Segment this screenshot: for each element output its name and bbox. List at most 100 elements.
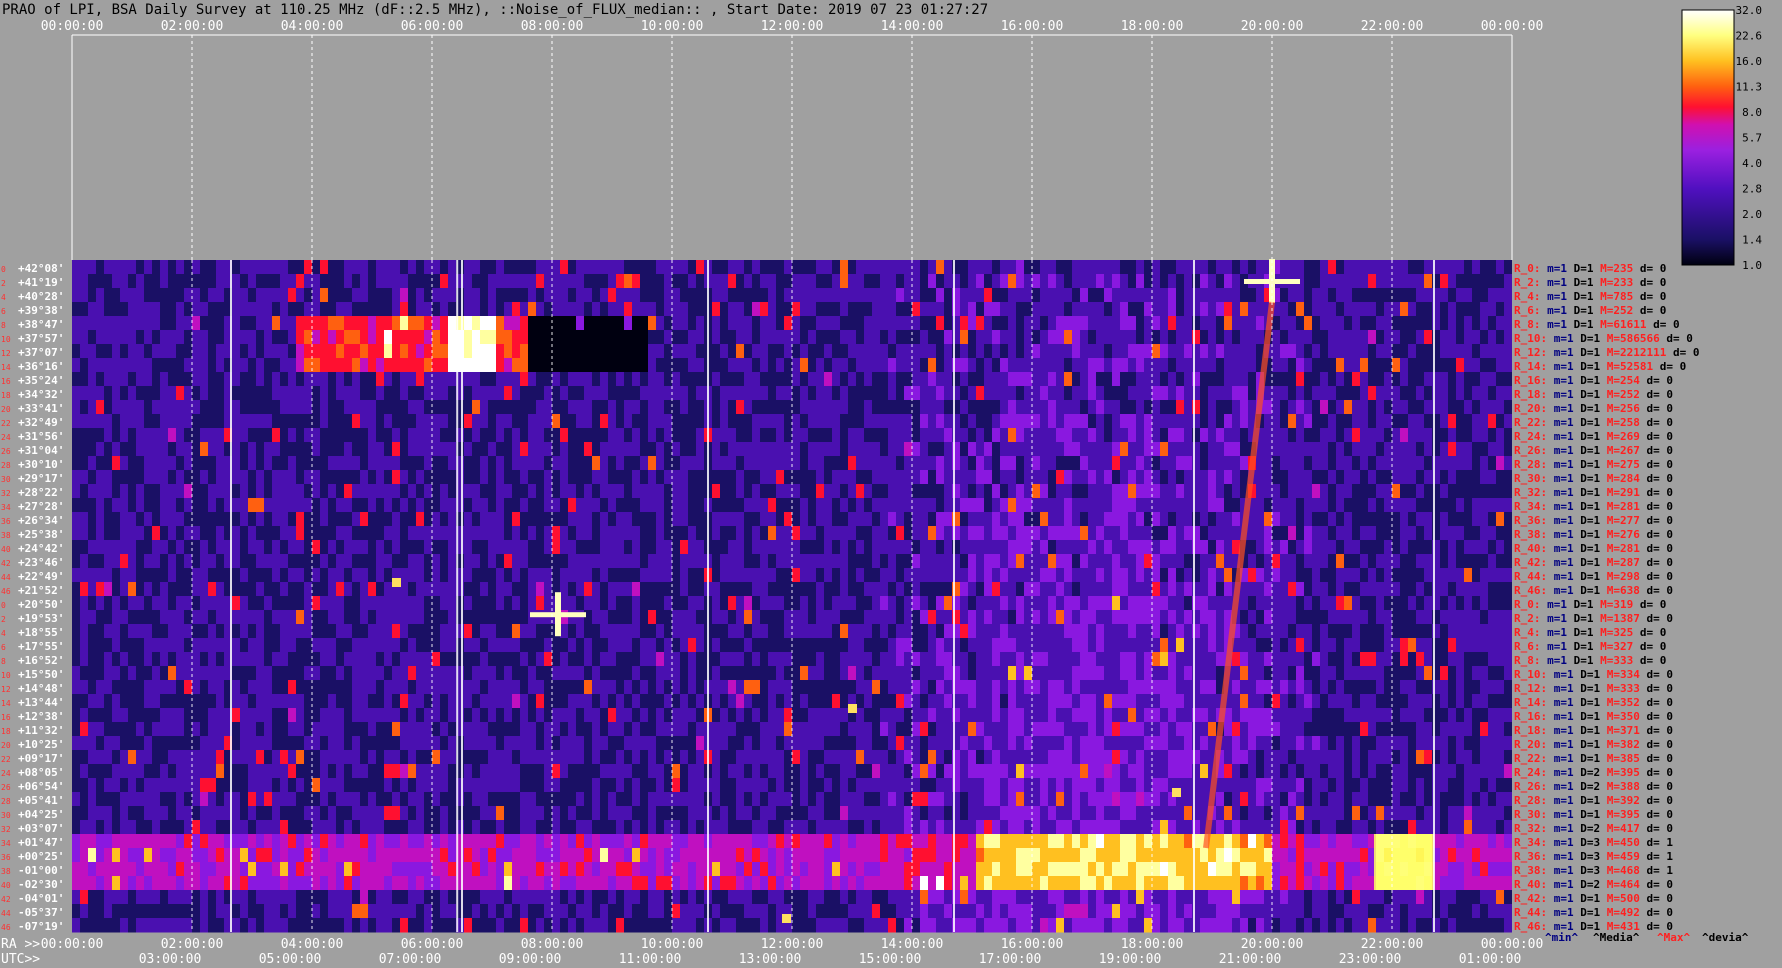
heatmap-cell bbox=[1088, 414, 1096, 429]
heatmap-cell bbox=[504, 386, 512, 401]
heatmap-cell bbox=[504, 414, 512, 429]
heatmap-cell bbox=[240, 456, 248, 471]
heatmap-cell bbox=[88, 358, 96, 373]
heatmap-cell bbox=[1016, 470, 1024, 485]
heatmap-cell bbox=[624, 442, 632, 457]
heatmap-cell bbox=[968, 484, 976, 499]
heatmap-cell bbox=[1448, 540, 1456, 555]
heatmap-cell bbox=[640, 372, 648, 387]
heatmap-cell bbox=[232, 316, 240, 331]
heatmap-cell bbox=[448, 428, 456, 443]
heatmap-cell bbox=[1472, 358, 1480, 373]
heatmap-cell bbox=[1064, 498, 1072, 513]
heatmap-cell bbox=[1032, 540, 1040, 555]
heatmap-cell bbox=[480, 372, 488, 387]
heatmap-cell bbox=[840, 274, 848, 289]
heatmap-cell bbox=[1352, 498, 1360, 513]
heatmap-cell bbox=[488, 470, 496, 485]
heatmap-cell bbox=[464, 442, 472, 457]
heatmap-cell bbox=[72, 498, 80, 513]
heatmap-cell bbox=[488, 302, 496, 317]
heatmap-cell bbox=[192, 414, 200, 429]
heatmap-cell bbox=[1048, 526, 1056, 541]
heatmap-cell bbox=[568, 386, 576, 401]
heatmap-cell bbox=[672, 568, 680, 583]
heatmap-cell bbox=[1440, 400, 1448, 415]
heatmap-cell bbox=[664, 484, 672, 499]
heatmap-cell bbox=[1488, 274, 1496, 289]
heatmap-cell bbox=[1336, 372, 1344, 387]
heatmap-cell bbox=[416, 288, 424, 303]
heatmap-cell bbox=[1400, 624, 1408, 639]
heatmap-cell bbox=[472, 610, 480, 625]
heatmap-cell bbox=[72, 638, 80, 653]
heatmap-cell bbox=[320, 414, 328, 429]
heatmap-cell bbox=[864, 498, 872, 513]
heatmap-cell bbox=[128, 428, 136, 443]
heatmap-cell bbox=[856, 484, 864, 499]
heatmap-cell bbox=[1088, 428, 1096, 443]
heatmap-cell bbox=[1272, 330, 1280, 345]
heatmap-cell bbox=[128, 372, 136, 387]
heatmap-cell bbox=[408, 498, 416, 513]
heatmap-cell bbox=[1200, 610, 1208, 625]
heatmap-cell bbox=[1000, 624, 1008, 639]
heatmap-cell bbox=[936, 302, 944, 317]
heatmap-cell bbox=[728, 288, 736, 303]
top-tick-label: 00:00:00 bbox=[41, 19, 104, 34]
heatmap-cell bbox=[200, 484, 208, 499]
heatmap-cell bbox=[736, 400, 744, 415]
heatmap-cell bbox=[344, 302, 352, 317]
heatmap-cell bbox=[560, 624, 568, 639]
heatmap-cell bbox=[1408, 596, 1416, 611]
heatmap-cell bbox=[368, 288, 376, 303]
heatmap-cell bbox=[1088, 274, 1096, 289]
heatmap-cell bbox=[696, 358, 704, 373]
heatmap-cell bbox=[592, 372, 600, 387]
heatmap-cell bbox=[144, 624, 152, 639]
heatmap-cell bbox=[440, 358, 448, 373]
heatmap-cell bbox=[872, 498, 880, 513]
heatmap-cell bbox=[1136, 288, 1144, 303]
heatmap-cell bbox=[424, 610, 432, 625]
heatmap-cell bbox=[408, 358, 416, 373]
heatmap-cell bbox=[408, 400, 416, 415]
heatmap-cell bbox=[1112, 568, 1120, 583]
heatmap-cell bbox=[912, 414, 920, 429]
heatmap-cell bbox=[136, 428, 144, 443]
heatmap-cell bbox=[1040, 414, 1048, 429]
heatmap-cell bbox=[712, 358, 720, 373]
heatmap-cell bbox=[1144, 498, 1152, 513]
heatmap-cell bbox=[992, 610, 1000, 625]
heatmap-cell bbox=[120, 582, 128, 597]
heatmap-cell bbox=[264, 358, 272, 373]
heatmap-cell bbox=[896, 302, 904, 317]
heatmap-cell bbox=[984, 456, 992, 471]
heatmap-cell bbox=[784, 442, 792, 457]
heatmap-cell bbox=[320, 470, 328, 485]
heatmap-cell bbox=[1032, 386, 1040, 401]
heatmap-cell bbox=[104, 302, 112, 317]
heatmap-cell bbox=[992, 596, 1000, 611]
heatmap-cell bbox=[552, 498, 560, 513]
heatmap-cell bbox=[1328, 302, 1336, 317]
heatmap-cell bbox=[1224, 554, 1232, 569]
heatmap-cell bbox=[848, 484, 856, 499]
heatmap-cell bbox=[472, 288, 480, 303]
heatmap-cell bbox=[296, 582, 304, 597]
heatmap-cell bbox=[1464, 540, 1472, 555]
heatmap-cell bbox=[856, 442, 864, 457]
heatmap-cell bbox=[96, 638, 104, 653]
heatmap-cell bbox=[1176, 554, 1184, 569]
heatmap-cell bbox=[496, 442, 504, 457]
heatmap-cell bbox=[248, 358, 256, 373]
heatmap-cell bbox=[832, 582, 840, 597]
heatmap-cell bbox=[328, 400, 336, 415]
heatmap-cell bbox=[848, 624, 856, 639]
heatmap-cell bbox=[1064, 442, 1072, 457]
heatmap-cell bbox=[1208, 302, 1216, 317]
heatmap-cell bbox=[424, 400, 432, 415]
heatmap-cell bbox=[760, 330, 768, 345]
heatmap-cell bbox=[168, 414, 176, 429]
heatmap-cell bbox=[840, 358, 848, 373]
